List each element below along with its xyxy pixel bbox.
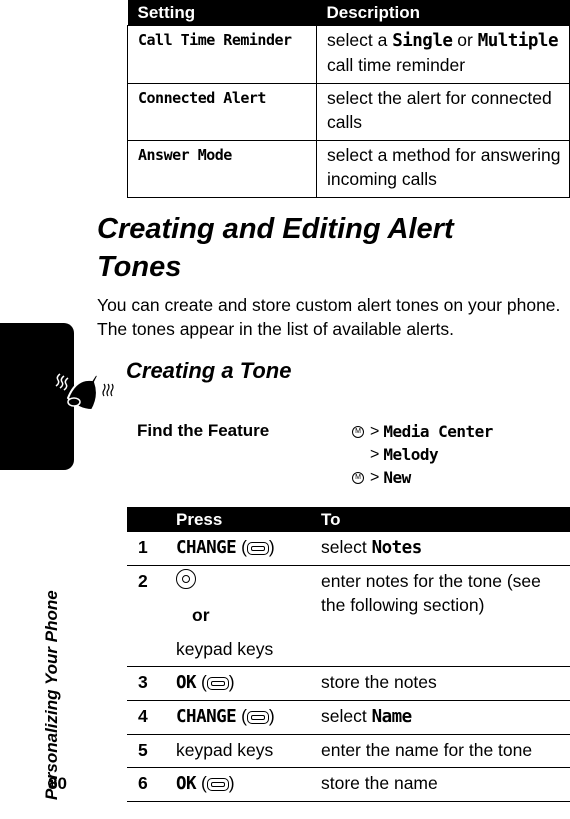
table-row: Connected Alert select the alert for con… [127, 83, 570, 141]
step-number: 1 [127, 532, 176, 566]
table-row: 3 OK () store the notes [127, 666, 570, 701]
desc-text: select a [327, 30, 393, 50]
desc-text: call time reminder [327, 55, 466, 75]
table-row: 1 CHANGE () select Notes [127, 532, 570, 566]
setting-name: Connected Alert [127, 83, 317, 141]
step-press: OK () [176, 767, 321, 802]
arrow-separator: > [370, 469, 380, 486]
steps-table: Press To 1 CHANGE () select Notes 2 or k… [127, 507, 570, 802]
step-press: CHANGE () [176, 532, 321, 566]
path-item: Media Center [383, 422, 493, 441]
soft-key-icon [206, 676, 229, 690]
arrow-separator: > [370, 446, 380, 463]
table-row: 4 CHANGE () select Name [127, 700, 570, 735]
step-number: 3 [127, 666, 176, 701]
header-description: Description [316, 0, 570, 26]
step-action: store the name [321, 767, 570, 802]
step-number: 5 [127, 734, 176, 768]
page-number: 80 [48, 774, 67, 793]
menu-key-icon: M [352, 425, 364, 438]
setting-name: Call Time Reminder [127, 25, 317, 84]
setting-description: select a Single or Multiple call time re… [316, 25, 570, 84]
settings-header-row: Setting Description [127, 0, 570, 26]
step-press: or keypad keys [176, 565, 321, 667]
menu-option: Notes [371, 538, 423, 558]
table-row: 2 or keypad keys enter notes for the ton… [127, 565, 570, 667]
step-number: 6 [127, 767, 176, 802]
step-action: store the notes [321, 666, 570, 701]
table-row: 6 OK () store the name [127, 767, 570, 802]
setting-name: Answer Mode [127, 140, 317, 198]
path-item: Melody [383, 445, 439, 464]
table-row: Answer Mode select a method for answerin… [127, 140, 570, 198]
find-feature-label: Find the Feature [137, 421, 270, 440]
path-step: M > New [352, 466, 493, 489]
step-action: select Name [321, 700, 570, 735]
step-action: select Notes [321, 532, 570, 566]
step-action: enter notes for the tone (see the follow… [321, 565, 570, 667]
step-action: enter the name for the tone [321, 734, 570, 768]
setting-description: select the alert for connected calls [316, 83, 570, 141]
or-label: or [192, 605, 210, 625]
option-multiple: Multiple [477, 31, 559, 51]
menu-key-icon: M [352, 471, 364, 484]
action-text: select [321, 706, 372, 726]
path-step: > Melody [352, 443, 493, 466]
option-single: Single [392, 31, 453, 51]
header-press: Press [176, 507, 321, 532]
feature-path: M > Media Center > Melody M > New [352, 420, 493, 489]
header-to: To [321, 507, 570, 532]
menu-option: Name [371, 707, 413, 727]
table-row: Call Time Reminder select a Single or Mu… [127, 25, 570, 84]
step-number: 2 [127, 565, 176, 667]
key-label: CHANGE [176, 538, 237, 558]
keypad-keys-label: keypad keys [176, 639, 274, 659]
step-press: keypad keys [176, 734, 321, 768]
step-number: 4 [127, 700, 176, 735]
arrow-separator: > [370, 423, 380, 440]
alert-bell-icon [55, 372, 114, 412]
key-label: CHANGE [176, 707, 237, 727]
setting-description: select a method for answering incoming c… [316, 140, 570, 198]
table-row: 5 keypad keys enter the name for the ton… [127, 734, 570, 768]
subsection-heading: Creating a Tone [126, 358, 292, 383]
soft-key-icon [246, 541, 269, 555]
step-press: CHANGE () [176, 700, 321, 735]
path-step: M > Media Center [352, 420, 493, 443]
nav-key-icon [176, 569, 196, 589]
soft-key-icon [206, 777, 229, 791]
step-press: OK () [176, 666, 321, 701]
header-setting: Setting [127, 0, 317, 26]
chapter-side-title: Personalizing Your Phone [42, 590, 61, 800]
section-heading: Creating and Editing Alert Tones [97, 213, 454, 283]
steps-header-row: Press To [127, 507, 570, 532]
desc-text: or [452, 30, 478, 50]
soft-key-icon [246, 710, 269, 724]
key-label: OK [176, 774, 197, 794]
intro-paragraph: You can create and store custom alert to… [97, 295, 561, 339]
settings-table: Setting Description Call Time Reminder s… [127, 0, 570, 198]
key-label: OK [176, 673, 197, 693]
path-item: New [383, 468, 411, 487]
action-text: select [321, 537, 372, 557]
